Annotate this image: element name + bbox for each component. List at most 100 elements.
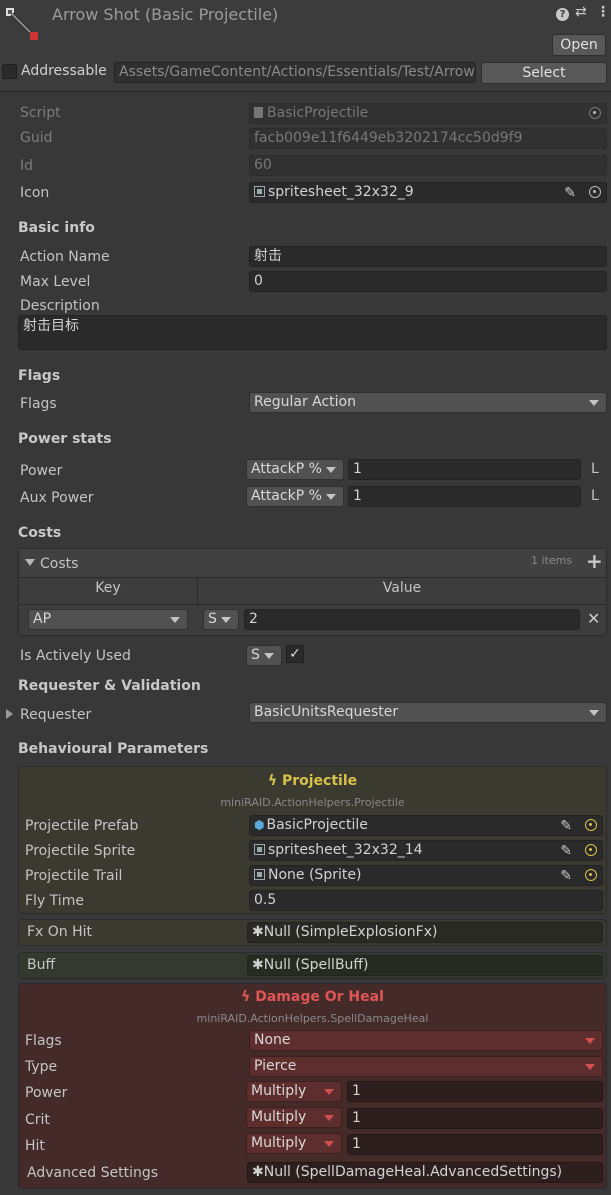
foldout-arrow-icon[interactable]	[6, 709, 13, 719]
aux-power-mode-dropdown[interactable]: AttackP %	[246, 486, 344, 507]
null-asterisk-icon: ✱	[252, 1164, 264, 1180]
action-name-field[interactable]: 射击	[249, 246, 607, 267]
flags-value: Regular Action	[254, 394, 356, 410]
aux-power-label: Aux Power	[20, 490, 94, 506]
power-mode-dropdown[interactable]: AttackP %	[246, 459, 344, 480]
chevron-down-icon	[326, 494, 336, 500]
chevron-down-icon	[589, 710, 599, 716]
costs-list-header	[19, 549, 606, 578]
cost-value-field[interactable]: 2	[244, 609, 580, 630]
help-icon[interactable]: ?	[556, 8, 569, 21]
aux-power-value-field[interactable]: 1	[348, 486, 581, 507]
sprite-icon	[254, 844, 265, 855]
crit-field[interactable]: 1	[347, 1108, 603, 1129]
edit-pencil-icon[interactable]: ✎	[560, 817, 572, 835]
projectile-prefab-value: BasicProjectile	[266, 817, 368, 833]
projectile-trail-value: None (Sprite)	[268, 867, 362, 883]
requester-value: BasicUnitsRequester	[254, 704, 399, 720]
cost-mode-dropdown[interactable]: S	[203, 609, 239, 630]
script-value: BasicProjectile	[267, 105, 369, 121]
address-path-field[interactable]: Assets/GameContent/Actions/Essentials/Te…	[114, 62, 476, 83]
icon-field[interactable]: spritesheet_32x32_9 ✎	[249, 182, 607, 203]
description-field[interactable]: 射击目标	[18, 315, 607, 350]
edit-pencil-icon[interactable]: ✎	[560, 867, 572, 885]
damage-power-label: Power	[25, 1085, 68, 1101]
power-label: Power	[20, 463, 63, 479]
flags-dropdown[interactable]: Regular Action	[249, 392, 607, 413]
hit-mode-dropdown[interactable]: Multiply	[246, 1133, 342, 1154]
buff-row: Buff ✱Null (SpellBuff)	[18, 952, 607, 979]
fx-on-hit-label: Fx On Hit	[27, 924, 93, 940]
edit-pencil-icon[interactable]: ✎	[564, 184, 576, 202]
add-item-icon[interactable]: +	[586, 549, 603, 573]
icon-label: Icon	[20, 185, 50, 201]
chevron-down-icon	[221, 617, 231, 623]
advanced-settings-field[interactable]: ✱Null (SpellDamageHeal.AdvancedSettings)	[247, 1162, 603, 1183]
hit-field[interactable]: 1	[347, 1134, 603, 1155]
null-asterisk-icon: ✱	[252, 957, 264, 973]
projectile-sprite-value: spritesheet_32x32_14	[268, 842, 423, 858]
object-picker-icon[interactable]	[585, 844, 597, 856]
crit-mode-dropdown[interactable]: Multiply	[246, 1107, 342, 1128]
requester-dropdown[interactable]: BasicUnitsRequester	[249, 702, 607, 723]
header-divider	[19, 604, 606, 605]
select-button[interactable]: Select	[481, 62, 607, 84]
damage-power-field[interactable]: 1	[347, 1081, 603, 1102]
actively-used-checkbox[interactable]: ✓	[286, 645, 304, 663]
damage-flags-label: Flags	[25, 1033, 62, 1049]
projectile-prefab-field[interactable]: ⬢ BasicProjectile ✎	[249, 815, 603, 836]
open-button[interactable]: Open	[552, 34, 606, 56]
fx-on-hit-field[interactable]: ✱Null (SimpleExplosionFx)	[247, 922, 603, 943]
power-value-field[interactable]: 1	[348, 459, 581, 480]
buff-field[interactable]: ✱Null (SpellBuff)	[247, 955, 603, 976]
damage-flags-dropdown[interactable]: None	[249, 1030, 603, 1051]
lightning-icon: ϟ	[267, 773, 282, 789]
asset-title: Arrow Shot (Basic Projectile)	[52, 5, 279, 24]
projectile-sprite-label: Projectile Sprite	[25, 843, 136, 859]
chevron-down-icon	[170, 617, 180, 623]
basic-info-header: Basic info	[18, 220, 95, 236]
costs-list: Costs 1 items + Key Value AP S 2 ✕	[18, 548, 607, 636]
behavioural-header: Behavioural Parameters	[18, 741, 209, 757]
edit-pencil-icon[interactable]: ✎	[560, 842, 572, 860]
preset-icon[interactable]: ⇄	[575, 4, 587, 20]
prefab-cube-icon: ⬢	[254, 818, 265, 832]
damage-power-mode-dropdown[interactable]: Multiply	[246, 1081, 342, 1102]
power-stats-header: Power stats	[18, 431, 112, 447]
costs-list-label: Costs	[40, 556, 79, 572]
actively-used-mode-dropdown[interactable]: S	[246, 645, 282, 666]
sprite-icon	[254, 869, 265, 880]
icon-value: spritesheet_32x32_9	[268, 184, 414, 200]
costs-count: 1 items	[531, 554, 573, 567]
hit-label: Hit	[25, 1138, 45, 1154]
chevron-down-icon	[324, 1089, 334, 1095]
cost-key-dropdown[interactable]: AP	[28, 609, 188, 630]
foldout-arrow-icon[interactable]	[25, 559, 35, 566]
damage-type-dropdown[interactable]: Pierce	[249, 1056, 603, 1077]
object-picker-icon[interactable]	[589, 186, 601, 198]
chevron-down-icon	[264, 653, 274, 659]
script-icon	[254, 107, 263, 118]
addressable-checkbox[interactable]	[2, 64, 17, 79]
projectile-title: ϟ Projectile	[267, 773, 358, 789]
addressable-label: Addressable	[21, 63, 107, 79]
chevron-down-icon	[324, 1115, 334, 1121]
max-level-field[interactable]: 0	[249, 271, 607, 292]
damage-type-label: Type	[25, 1059, 58, 1075]
buff-label: Buff	[27, 957, 56, 973]
cost-mode-value: S	[208, 611, 217, 627]
cost-key-value: AP	[33, 611, 52, 627]
projectile-trail-field[interactable]: None (Sprite) ✎	[249, 865, 603, 886]
description-label: Description	[20, 298, 100, 314]
max-level-label: Max Level	[20, 274, 91, 290]
aux-power-mode-value: AttackP %	[251, 488, 322, 504]
chevron-down-icon	[324, 1141, 334, 1147]
action-name-label: Action Name	[20, 249, 110, 265]
remove-item-icon[interactable]: ✕	[587, 609, 600, 628]
object-picker-icon[interactable]	[585, 819, 597, 831]
more-menu-icon[interactable]: ⋮	[596, 4, 610, 20]
requester-header: Requester & Validation	[18, 678, 201, 694]
fly-time-field[interactable]: 0.5	[249, 890, 603, 911]
object-picker-icon[interactable]	[585, 869, 597, 881]
projectile-sprite-field[interactable]: spritesheet_32x32_14 ✎	[249, 840, 603, 861]
